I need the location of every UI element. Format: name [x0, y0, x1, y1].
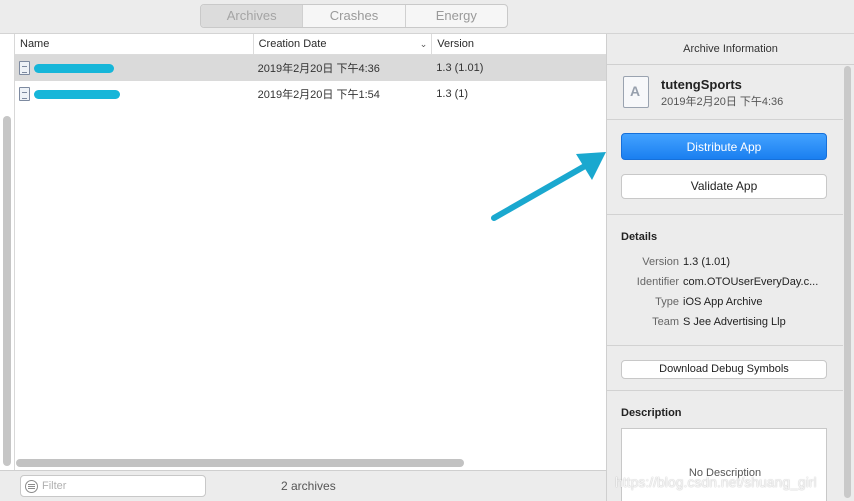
tab-archives[interactable]: Archives [201, 5, 304, 27]
validate-app-button[interactable]: Validate App [621, 174, 827, 199]
archive-summary: tutengSports 2019年2月20日 下午4:36 [621, 74, 841, 114]
detail-value: S Jee Advertising Llp [683, 316, 786, 328]
app-date: 2019年2月20日 下午4:36 [661, 96, 784, 108]
archive-document-icon [19, 61, 30, 75]
app-name: tutengSports [661, 77, 742, 92]
detail-value: iOS App Archive [683, 296, 763, 308]
archives-list-pane: Name Creation Date ⌄ Version 2019年2月20日 … [0, 34, 606, 470]
tab-crashes[interactable]: Crashes [303, 5, 406, 27]
table-row[interactable]: 2019年2月20日 下午4:36 1.3 (1.01) [15, 55, 606, 81]
detail-label: Team [652, 316, 679, 328]
table-row[interactable]: 2019年2月20日 下午1:54 1.3 (1) [15, 81, 606, 107]
distribute-app-button[interactable]: Distribute App [621, 133, 827, 160]
watermark: https://blog.csdn.net/shuang_girl [615, 474, 817, 490]
filter-icon [25, 479, 38, 493]
row-version-cell: 1.3 (1.01) [436, 62, 484, 74]
filter-input[interactable] [42, 480, 192, 492]
detail-row-version: Version 1.3 (1.01) [621, 256, 831, 272]
archive-count: 2 archives [281, 479, 336, 493]
row-name-cell [15, 61, 254, 75]
column-header-creation-date-label: Creation Date [258, 38, 327, 50]
detail-label: Version [642, 256, 679, 268]
detail-row-identifier: Identifier com.OTOUserEveryDay.c... [621, 276, 831, 292]
divider [607, 345, 843, 346]
app-archive-icon [623, 76, 649, 108]
list-vertical-scrollbar[interactable] [3, 116, 11, 466]
organizer-tabs: Archives Crashes Energy [200, 4, 508, 28]
row-version-cell: 1.3 (1) [436, 88, 469, 100]
inspector-scrollbar[interactable] [844, 66, 851, 498]
row-date-cell: 2019年2月20日 下午1:54 [257, 89, 380, 101]
description-box[interactable]: No Description [621, 428, 827, 501]
divider [607, 119, 843, 120]
annotation-arrow-icon [491, 152, 606, 221]
archives-table: Name Creation Date ⌄ Version 2019年2月20日 … [14, 34, 606, 470]
detail-label: Identifier [636, 276, 679, 288]
description-title: Description [621, 407, 682, 419]
filter-field[interactable] [20, 475, 206, 497]
details-title: Details [621, 231, 658, 243]
column-header-creation-date[interactable]: Creation Date ⌄ [254, 34, 433, 54]
detail-value: 1.3 (1.01) [683, 256, 731, 268]
column-header-name[interactable]: Name [15, 34, 254, 54]
detail-row-team: Team S Jee Advertising Llp [621, 316, 831, 332]
download-debug-symbols-button[interactable]: Download Debug Symbols [621, 360, 827, 379]
detail-label: Type [655, 296, 679, 308]
table-header: Name Creation Date ⌄ Version [15, 34, 606, 55]
column-header-version[interactable]: Version [432, 34, 606, 54]
inspector-pane: Archive Information tutengSports 2019年2月… [606, 34, 854, 501]
sort-chevron-down-icon: ⌄ [419, 39, 428, 49]
redacted-name [34, 63, 114, 73]
toolbar: Archives Crashes Energy [0, 0, 854, 34]
list-horizontal-scrollbar[interactable] [16, 459, 464, 467]
row-name-cell [15, 87, 254, 101]
divider [607, 214, 843, 215]
bottom-bar: 2 archives [0, 470, 606, 501]
detail-value: com.OTOUserEveryDay.c... [683, 276, 819, 288]
row-date-cell: 2019年2月20日 下午4:36 [257, 63, 380, 75]
divider [607, 390, 843, 391]
redacted-name [34, 89, 120, 99]
detail-row-type: Type iOS App Archive [621, 296, 831, 312]
archive-document-icon [19, 87, 30, 101]
inspector-header: Archive Information [607, 34, 854, 65]
tab-energy[interactable]: Energy [406, 5, 507, 27]
